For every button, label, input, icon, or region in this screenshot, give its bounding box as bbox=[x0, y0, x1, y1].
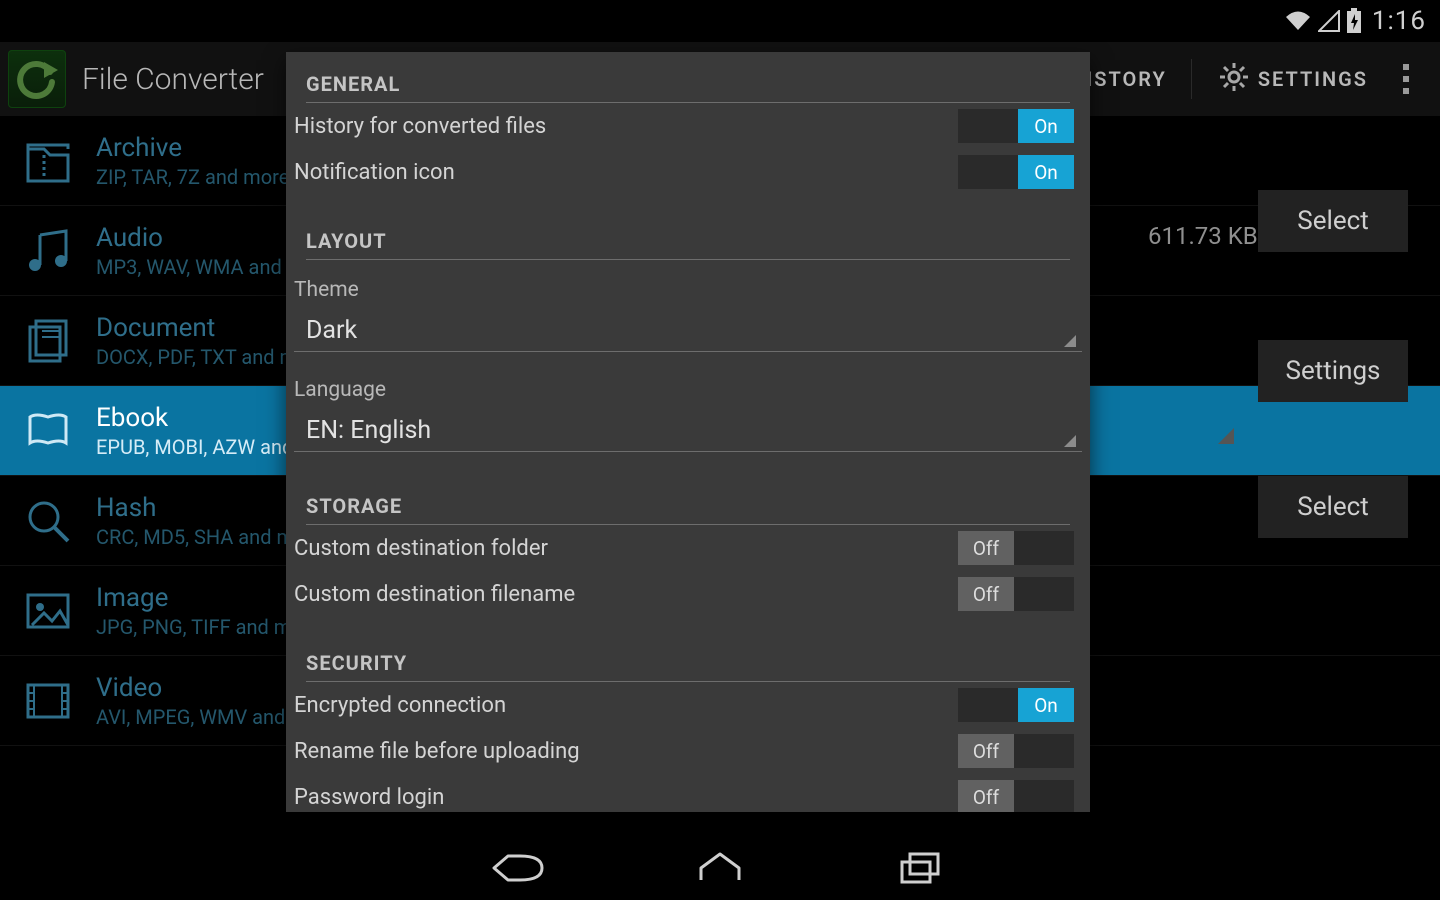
setting-encrypted[interactable]: Encrypted connection On bbox=[286, 682, 1090, 728]
right-panel: Select 611.73 KB Settings Select bbox=[1100, 116, 1440, 538]
overflow-menu[interactable] bbox=[1386, 61, 1426, 97]
settings-action[interactable]: SETTINGS bbox=[1220, 63, 1368, 96]
cell-signal-icon bbox=[1318, 10, 1340, 32]
theme-label: Theme bbox=[286, 260, 1090, 306]
setting-custom-filename-label: Custom destination filename bbox=[294, 582, 958, 607]
book-icon bbox=[18, 401, 78, 461]
setting-notification-label: Notification icon bbox=[294, 160, 958, 185]
dropdown-triangle-icon bbox=[1064, 335, 1076, 347]
dropdown-triangle-icon bbox=[1064, 435, 1076, 447]
section-security: SECURITY bbox=[286, 617, 1090, 681]
setting-custom-filename-toggle[interactable]: Off bbox=[958, 577, 1074, 611]
setting-encrypted-toggle[interactable]: On bbox=[958, 688, 1074, 722]
separator bbox=[1191, 59, 1192, 99]
section-general: GENERAL bbox=[286, 52, 1090, 102]
nav-home-button[interactable] bbox=[620, 850, 820, 886]
setting-rename[interactable]: Rename file before uploading Off bbox=[286, 728, 1090, 774]
app-icon bbox=[8, 50, 66, 108]
document-icon bbox=[18, 311, 78, 371]
setting-password-toggle[interactable]: Off bbox=[958, 780, 1074, 812]
nav-back-button[interactable] bbox=[420, 850, 620, 886]
section-layout: LAYOUT bbox=[286, 195, 1090, 259]
setting-custom-folder-toggle[interactable]: Off bbox=[958, 531, 1074, 565]
navigation-bar bbox=[0, 836, 1440, 900]
language-value: EN: English bbox=[306, 416, 431, 445]
language-label: Language bbox=[286, 360, 1090, 406]
theme-dropdown[interactable]: Dark bbox=[294, 306, 1082, 352]
setting-history[interactable]: History for converted files On bbox=[286, 103, 1090, 149]
settings-action-label: SETTINGS bbox=[1258, 67, 1368, 91]
language-dropdown[interactable]: EN: English bbox=[294, 406, 1082, 452]
category-subtitle: ZIP, TAR, 7Z and more bbox=[96, 165, 289, 189]
setting-notification[interactable]: Notification icon On bbox=[286, 149, 1090, 195]
setting-notification-toggle[interactable]: On bbox=[958, 155, 1074, 189]
archive-icon bbox=[18, 131, 78, 191]
format-settings-button[interactable]: Settings bbox=[1258, 340, 1408, 402]
setting-rename-label: Rename file before uploading bbox=[294, 739, 958, 764]
clock-text: 1:16 bbox=[1372, 6, 1426, 36]
theme-value: Dark bbox=[306, 316, 357, 345]
setting-password[interactable]: Password login Off bbox=[286, 774, 1090, 812]
setting-rename-toggle[interactable]: Off bbox=[958, 734, 1074, 768]
file-size-text: 611.73 KB bbox=[1148, 222, 1440, 250]
magnifier-icon bbox=[18, 491, 78, 551]
setting-history-toggle[interactable]: On bbox=[958, 109, 1074, 143]
setting-history-label: History for converted files bbox=[294, 114, 958, 139]
gear-icon bbox=[1220, 63, 1248, 96]
nav-recents-button[interactable] bbox=[820, 850, 1020, 886]
music-icon bbox=[18, 221, 78, 281]
setting-custom-folder-label: Custom destination folder bbox=[294, 536, 958, 561]
setting-custom-filename[interactable]: Custom destination filename Off bbox=[286, 571, 1090, 617]
setting-password-label: Password login bbox=[294, 785, 958, 810]
category-title: Archive bbox=[96, 133, 289, 163]
status-bar: 1:16 bbox=[0, 0, 1440, 42]
setting-encrypted-label: Encrypted connection bbox=[294, 693, 958, 718]
wifi-icon bbox=[1284, 10, 1312, 32]
section-storage: STORAGE bbox=[286, 460, 1090, 524]
spinner-triangle-icon bbox=[1218, 428, 1234, 444]
battery-charging-icon bbox=[1346, 8, 1362, 34]
image-icon bbox=[18, 581, 78, 641]
settings-dialog: GENERAL History for converted files On N… bbox=[286, 52, 1090, 812]
select-file-button-2[interactable]: Select bbox=[1258, 476, 1408, 538]
film-icon bbox=[18, 671, 78, 731]
setting-custom-folder[interactable]: Custom destination folder Off bbox=[286, 525, 1090, 571]
